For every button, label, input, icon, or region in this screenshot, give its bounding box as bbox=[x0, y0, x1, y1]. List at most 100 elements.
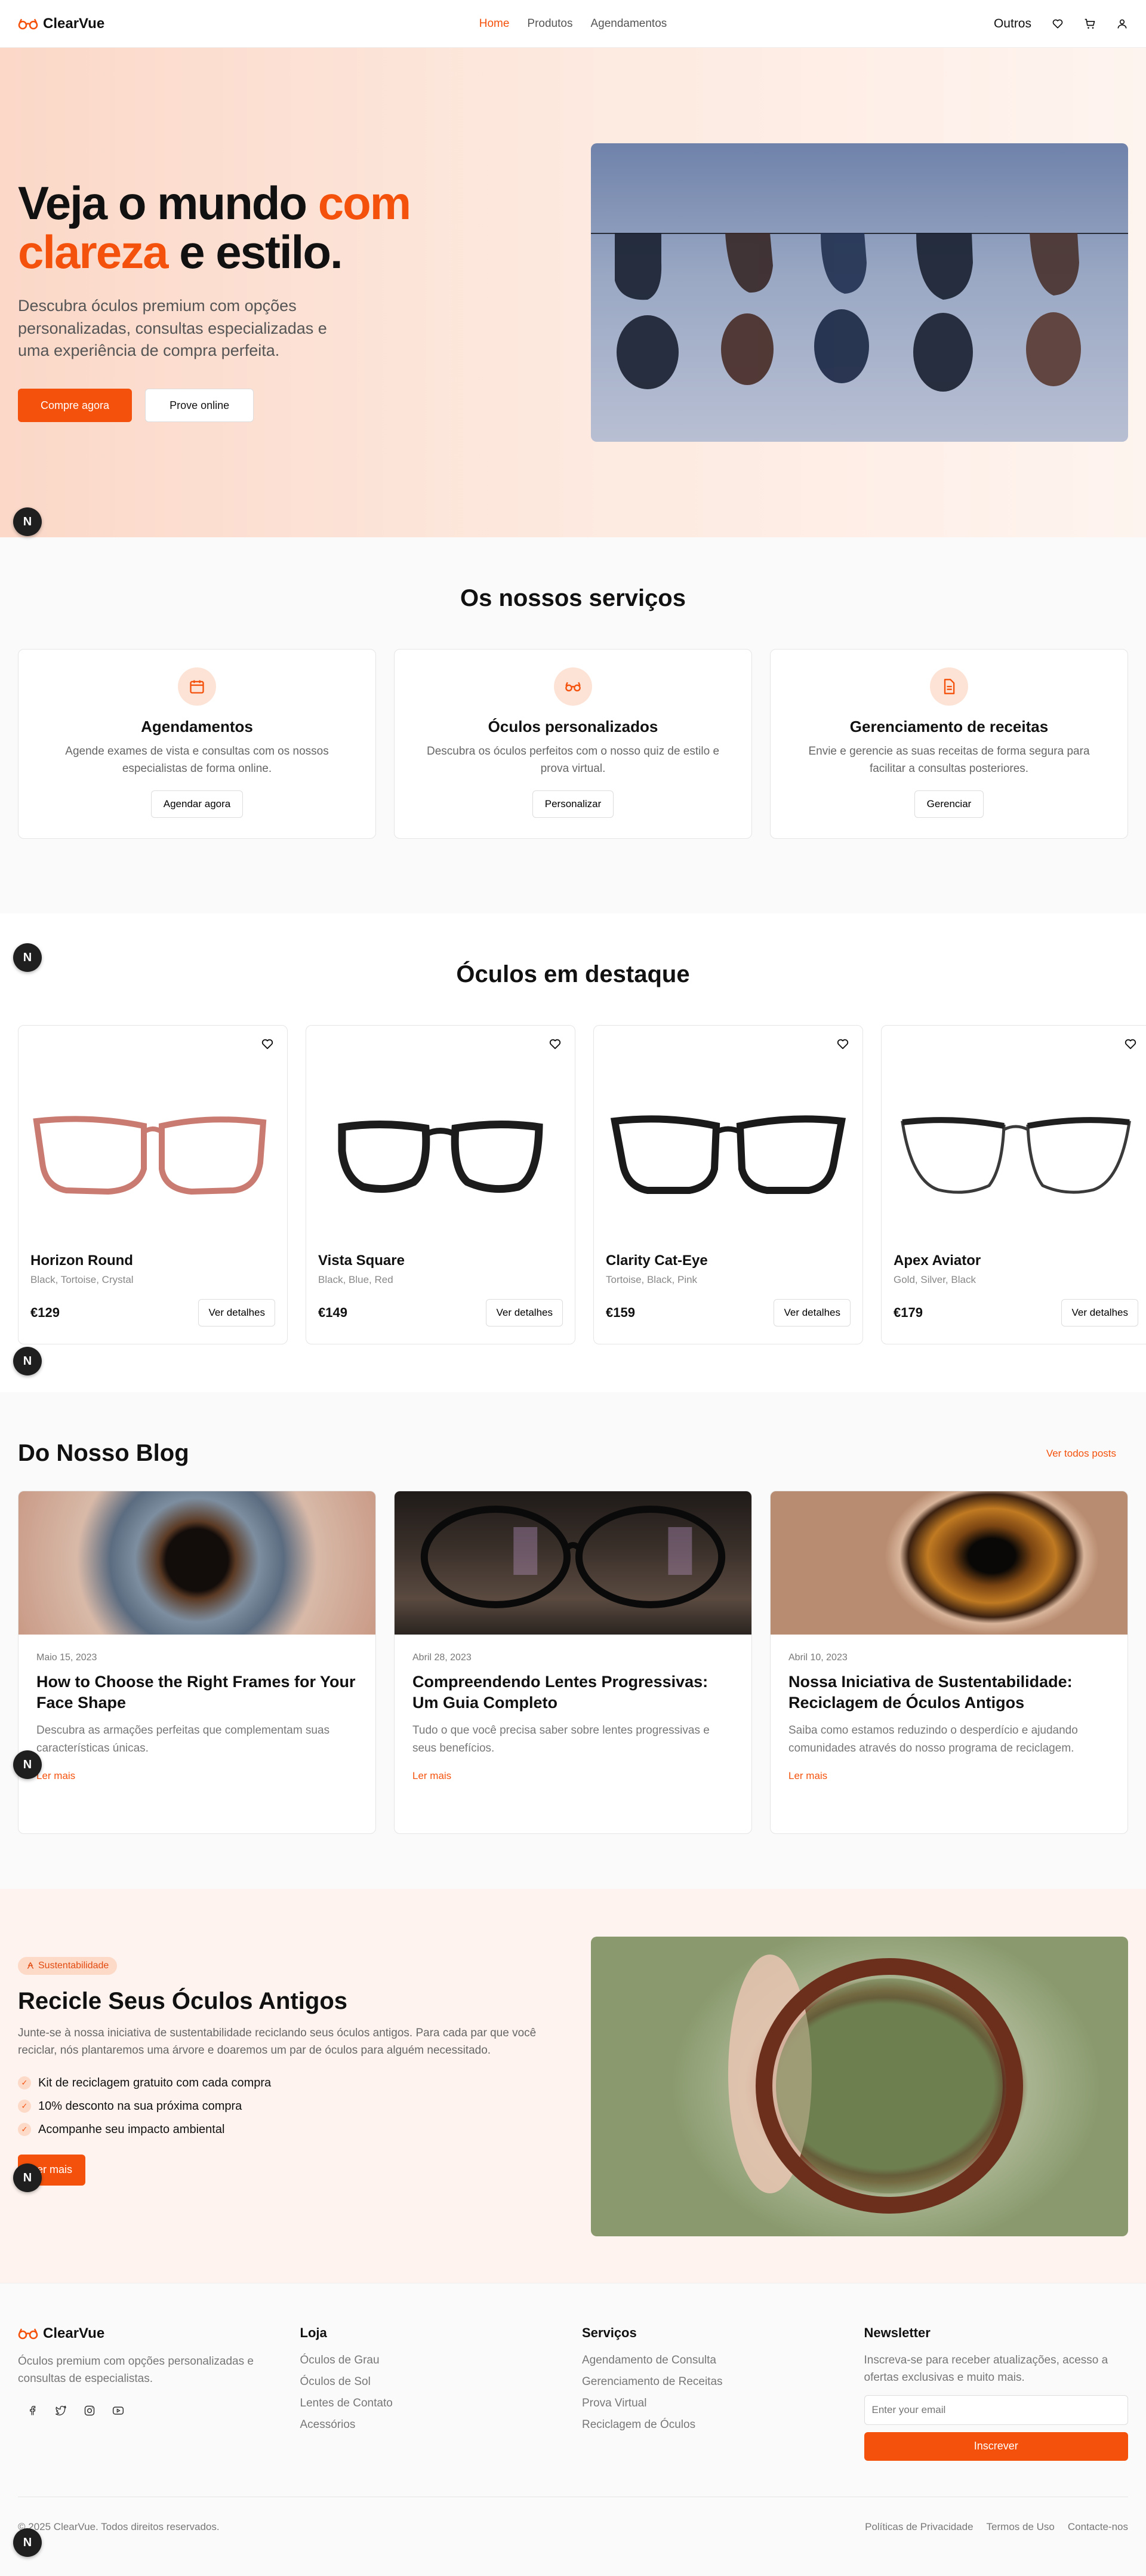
blog-card[interactable]: Abril 10, 2023 Nossa Iniciativa de Suste… bbox=[770, 1491, 1128, 1834]
product-name: Horizon Round bbox=[30, 1252, 133, 1269]
service-title: Gerenciamento de receitas bbox=[849, 718, 1049, 735]
heart-icon[interactable] bbox=[836, 1038, 849, 1051]
nav-home[interactable]: Home bbox=[479, 17, 510, 30]
product-name: Apex Aviator bbox=[894, 1252, 981, 1269]
nav-agendamentos[interactable]: Agendamentos bbox=[590, 17, 667, 30]
n-badge[interactable]: N bbox=[13, 2528, 42, 2557]
footer-link[interactable]: Acessórios bbox=[300, 2418, 565, 2432]
product-name: Vista Square bbox=[318, 1252, 405, 1269]
manage-button[interactable]: Gerenciar bbox=[914, 790, 984, 818]
main-nav: Home Produtos Agendamentos bbox=[479, 17, 667, 30]
service-desc: Envie e gerencie as suas receitas de for… bbox=[808, 745, 1090, 775]
service-card-personalizados: Óculos personalizados Descubra os óculos… bbox=[394, 649, 752, 839]
hero-subtitle: Descubra óculos premium com opções perso… bbox=[18, 296, 327, 360]
product-card[interactable]: Clarity Cat-Eye Tortoise, Black, Pink €1… bbox=[593, 1025, 863, 1344]
newsletter-title: Newsletter bbox=[864, 2325, 931, 2340]
header-actions: Outros bbox=[994, 17, 1128, 31]
product-image bbox=[30, 1038, 275, 1252]
newsletter-desc: Inscreva-se para receber atualizações, a… bbox=[864, 2354, 1108, 2384]
brand-logo[interactable]: ClearVue bbox=[18, 16, 104, 32]
product-price: €149 bbox=[318, 1305, 347, 1320]
read-more-link[interactable]: Ler mais bbox=[412, 1770, 451, 1782]
view-details-button[interactable]: Ver detalhes bbox=[1061, 1299, 1138, 1327]
product-image bbox=[318, 1038, 563, 1252]
view-all-posts-link[interactable]: Ver todos posts bbox=[1046, 1448, 1116, 1460]
product-image bbox=[606, 1038, 851, 1252]
youtube-icon[interactable] bbox=[112, 2405, 124, 2417]
product-price: €129 bbox=[30, 1305, 60, 1320]
view-details-button[interactable]: Ver detalhes bbox=[774, 1299, 851, 1327]
n-badge[interactable]: N bbox=[13, 507, 42, 536]
twitter-icon[interactable] bbox=[55, 2405, 67, 2417]
contact-link[interactable]: Contacte-nos bbox=[1068, 2521, 1128, 2533]
hero-title: Veja o mundo com clareza e estilo. bbox=[18, 177, 411, 278]
nav-produtos[interactable]: Produtos bbox=[527, 17, 572, 30]
benefit-item: ✓ 10% desconto na sua próxima compra bbox=[18, 2100, 555, 2113]
product-image bbox=[894, 1038, 1138, 1252]
footer-link[interactable]: Gerenciamento de Receitas bbox=[582, 2375, 846, 2389]
schedule-now-button[interactable]: Agendar agora bbox=[150, 790, 244, 818]
blog-card[interactable]: Abril 28, 2023 Compreendendo Lentes Prog… bbox=[394, 1491, 752, 1834]
product-card[interactable]: Vista Square Black, Blue, Red €149 Ver de… bbox=[306, 1025, 575, 1344]
n-badge[interactable]: N bbox=[13, 2163, 42, 2192]
read-more-link[interactable]: Ler mais bbox=[788, 1770, 827, 1782]
footer-link[interactable]: Óculos de Sol bbox=[300, 2375, 565, 2389]
product-colors: Black, Tortoise, Crystal bbox=[30, 1274, 134, 1285]
footer-link[interactable]: Reciclagem de Óculos bbox=[582, 2418, 846, 2432]
privacy-link[interactable]: Políticas de Privacidade bbox=[865, 2521, 973, 2533]
recycle-icon bbox=[27, 1962, 34, 1969]
heart-icon[interactable] bbox=[549, 1038, 562, 1051]
blog-section: Do Nosso Blog Ver todos posts Maio 15, 2… bbox=[0, 1392, 1146, 1889]
user-icon[interactable] bbox=[1116, 18, 1128, 30]
glasses-logo-icon bbox=[18, 2328, 38, 2340]
read-more-link[interactable]: Ler mais bbox=[36, 1770, 75, 1782]
footer-link[interactable]: Prova Virtual bbox=[582, 2397, 846, 2410]
blog-date: Maio 15, 2023 bbox=[36, 1652, 97, 1663]
n-badge[interactable]: N bbox=[13, 1347, 42, 1375]
customize-button[interactable]: Personalizar bbox=[532, 790, 614, 818]
blog-card[interactable]: Maio 15, 2023 How to Choose the Right Fr… bbox=[18, 1491, 376, 1834]
newsletter-email-input[interactable] bbox=[864, 2395, 1128, 2425]
blog-post-title[interactable]: Compreendendo Lentes Progressivas: Um Gu… bbox=[412, 1672, 734, 1713]
site-header: ClearVue Home Produtos Agendamentos Outr… bbox=[0, 0, 1146, 48]
footer-brand-logo[interactable]: ClearVue bbox=[18, 2325, 282, 2342]
site-footer: ClearVue Óculos premium com opções perso… bbox=[0, 2283, 1146, 2576]
hero-section: Veja o mundo com clareza e estilo. Descu… bbox=[0, 48, 1146, 537]
n-badge[interactable]: N bbox=[13, 943, 42, 972]
others-menu[interactable]: Outros bbox=[994, 17, 1031, 31]
subscribe-button[interactable]: Inscrever bbox=[864, 2432, 1128, 2461]
blog-post-title[interactable]: Nossa Iniciativa de Sustentabilidade: Re… bbox=[788, 1672, 1110, 1713]
check-icon: ✓ bbox=[18, 2100, 31, 2113]
footer-link[interactable]: Óculos de Grau bbox=[300, 2354, 565, 2367]
service-desc: Agende exames de vista e consultas com o… bbox=[65, 745, 329, 775]
service-title: Agendamentos bbox=[141, 718, 253, 735]
service-card-receitas: Gerenciamento de receitas Envie e gerenc… bbox=[770, 649, 1128, 839]
calendar-icon bbox=[190, 680, 204, 694]
blog-excerpt: Descubra as armações perfeitas que compl… bbox=[36, 1724, 330, 1755]
footer-desc: Óculos premium com opções personalizadas… bbox=[18, 2355, 254, 2386]
heart-icon[interactable] bbox=[1124, 1038, 1137, 1051]
facebook-icon[interactable] bbox=[26, 2405, 38, 2417]
view-details-button[interactable]: Ver detalhes bbox=[198, 1299, 275, 1327]
heart-icon[interactable] bbox=[261, 1038, 274, 1051]
glasses-logo-icon bbox=[18, 19, 38, 30]
footer-link[interactable]: Agendamento de Consulta bbox=[582, 2354, 846, 2367]
shop-now-button[interactable]: Compre agora bbox=[18, 389, 133, 423]
blog-post-title[interactable]: How to Choose the Right Frames for Your … bbox=[36, 1672, 358, 1713]
copyright: © 2025 ClearVue. Todos direitos reservad… bbox=[18, 2520, 220, 2532]
terms-link[interactable]: Termos de Uso bbox=[987, 2521, 1055, 2533]
footer-link[interactable]: Lentes de Contato bbox=[300, 2397, 565, 2410]
service-title: Óculos personalizados bbox=[488, 718, 658, 735]
blog-image-brown-eye bbox=[771, 1491, 1127, 1635]
service-card-agendamentos: Agendamentos Agende exames de vista e co… bbox=[18, 649, 376, 839]
heart-icon[interactable] bbox=[1052, 18, 1064, 30]
cart-icon[interactable] bbox=[1084, 18, 1096, 30]
instagram-icon[interactable] bbox=[84, 2405, 96, 2417]
n-badge[interactable]: N bbox=[13, 1750, 42, 1779]
products-title: Óculos em destaque bbox=[456, 961, 690, 987]
try-online-button[interactable]: Prove online bbox=[145, 389, 254, 423]
view-details-button[interactable]: Ver detalhes bbox=[486, 1299, 563, 1327]
product-card[interactable]: Apex Aviator Gold, Silver, Black €179 Ver… bbox=[881, 1025, 1146, 1344]
product-name: Clarity Cat-Eye bbox=[606, 1252, 708, 1269]
product-card[interactable]: Horizon Round Black, Tortoise, Crystal €… bbox=[18, 1025, 288, 1344]
